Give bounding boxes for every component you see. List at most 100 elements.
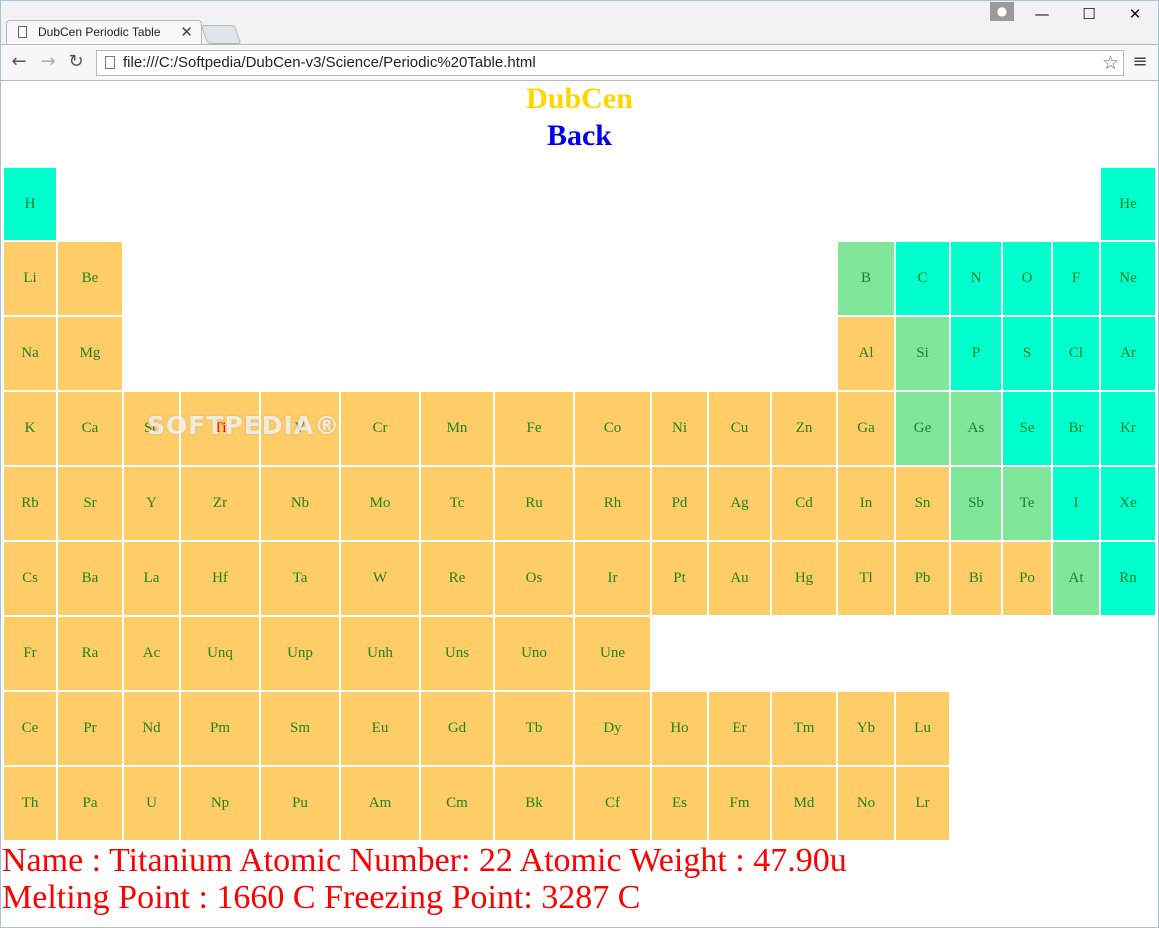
element-cell-une[interactable]: Une	[574, 616, 651, 691]
element-cell-es[interactable]: Es	[651, 766, 708, 841]
element-cell-ar[interactable]: Ar	[1100, 316, 1156, 391]
element-cell-np[interactable]: Np	[180, 766, 260, 841]
element-cell-hg[interactable]: Hg	[771, 541, 837, 616]
element-cell-lu[interactable]: Lu	[895, 691, 950, 766]
element-cell-o[interactable]: O	[1002, 241, 1052, 316]
element-cell-bi[interactable]: Bi	[950, 541, 1002, 616]
element-cell-cm[interactable]: Cm	[420, 766, 494, 841]
forward-arrow-icon[interactable]: →	[36, 50, 60, 74]
back-link[interactable]: Back	[1, 119, 1158, 153]
element-cell-se[interactable]: Se	[1002, 391, 1052, 466]
element-cell-cs[interactable]: Cs	[3, 541, 57, 616]
element-cell-he[interactable]: He	[1100, 167, 1156, 241]
browser-tab[interactable]: DubCen Periodic Table ✕	[6, 20, 202, 44]
user-profile-icon[interactable]: ●	[990, 2, 1014, 21]
element-cell-ge[interactable]: Ge	[895, 391, 950, 466]
element-cell-tb[interactable]: Tb	[494, 691, 574, 766]
bookmark-star-icon[interactable]: ☆	[1102, 52, 1119, 74]
element-cell-si[interactable]: Si	[895, 316, 950, 391]
element-cell-la[interactable]: La	[123, 541, 180, 616]
element-cell-s[interactable]: S	[1002, 316, 1052, 391]
element-cell-ru[interactable]: Ru	[494, 466, 574, 541]
element-cell-sn[interactable]: Sn	[895, 466, 950, 541]
element-cell-ir[interactable]: Ir	[574, 541, 651, 616]
element-cell-am[interactable]: Am	[340, 766, 420, 841]
element-cell-no[interactable]: No	[837, 766, 895, 841]
element-cell-lr[interactable]: Lr	[895, 766, 950, 841]
element-cell-b[interactable]: B	[837, 241, 895, 316]
element-cell-rb[interactable]: Rb	[3, 466, 57, 541]
element-cell-ho[interactable]: Ho	[651, 691, 708, 766]
element-cell-xe[interactable]: Xe	[1100, 466, 1156, 541]
element-cell-uno[interactable]: Uno	[494, 616, 574, 691]
element-cell-kr[interactable]: Kr	[1100, 391, 1156, 466]
element-cell-mo[interactable]: Mo	[340, 466, 420, 541]
element-cell-zn[interactable]: Zn	[771, 391, 837, 466]
element-cell-sm[interactable]: Sm	[260, 691, 340, 766]
element-cell-pd[interactable]: Pd	[651, 466, 708, 541]
element-cell-pb[interactable]: Pb	[895, 541, 950, 616]
element-cell-in[interactable]: In	[837, 466, 895, 541]
element-cell-h[interactable]: H	[3, 167, 57, 241]
element-cell-y[interactable]: Y	[123, 466, 180, 541]
element-cell-pu[interactable]: Pu	[260, 766, 340, 841]
element-cell-ba[interactable]: Ba	[57, 541, 123, 616]
element-cell-ce[interactable]: Ce	[3, 691, 57, 766]
element-cell-cl[interactable]: Cl	[1052, 316, 1100, 391]
element-cell-ca[interactable]: Ca	[57, 391, 123, 466]
element-cell-nd[interactable]: Nd	[123, 691, 180, 766]
element-cell-br[interactable]: Br	[1052, 391, 1100, 466]
element-cell-unp[interactable]: Unp	[260, 616, 340, 691]
element-cell-sc[interactable]: Sc	[123, 391, 180, 466]
element-cell-i[interactable]: I	[1052, 466, 1100, 541]
element-cell-w[interactable]: W	[340, 541, 420, 616]
element-cell-te[interactable]: Te	[1002, 466, 1052, 541]
element-cell-au[interactable]: Au	[708, 541, 771, 616]
element-cell-uns[interactable]: Uns	[420, 616, 494, 691]
maximize-button[interactable]: ☐	[1066, 2, 1112, 28]
element-cell-v[interactable]: V	[260, 391, 340, 466]
element-cell-li[interactable]: Li	[3, 241, 57, 316]
reload-icon[interactable]: ↻	[64, 50, 88, 74]
element-cell-bk[interactable]: Bk	[494, 766, 574, 841]
element-cell-ga[interactable]: Ga	[837, 391, 895, 466]
element-cell-at[interactable]: At	[1052, 541, 1100, 616]
element-cell-hf[interactable]: Hf	[180, 541, 260, 616]
element-cell-os[interactable]: Os	[494, 541, 574, 616]
address-bar[interactable]: file:///C:/Softpedia/DubCen-v3/Science/P…	[96, 50, 1124, 76]
element-cell-as[interactable]: As	[950, 391, 1002, 466]
element-cell-rn[interactable]: Rn	[1100, 541, 1156, 616]
element-cell-ne[interactable]: Ne	[1100, 241, 1156, 316]
element-cell-cr[interactable]: Cr	[340, 391, 420, 466]
element-cell-p[interactable]: P	[950, 316, 1002, 391]
element-cell-ni[interactable]: Ni	[651, 391, 708, 466]
close-window-button[interactable]: ✕	[1112, 2, 1158, 28]
element-cell-rh[interactable]: Rh	[574, 466, 651, 541]
element-cell-ag[interactable]: Ag	[708, 466, 771, 541]
element-cell-unh[interactable]: Unh	[340, 616, 420, 691]
element-cell-co[interactable]: Co	[574, 391, 651, 466]
element-cell-po[interactable]: Po	[1002, 541, 1052, 616]
element-cell-eu[interactable]: Eu	[340, 691, 420, 766]
element-cell-sb[interactable]: Sb	[950, 466, 1002, 541]
element-cell-sr[interactable]: Sr	[57, 466, 123, 541]
element-cell-ta[interactable]: Ta	[260, 541, 340, 616]
element-cell-th[interactable]: Th	[3, 766, 57, 841]
back-arrow-icon[interactable]: ←	[7, 50, 31, 74]
element-cell-tl[interactable]: Tl	[837, 541, 895, 616]
element-cell-gd[interactable]: Gd	[420, 691, 494, 766]
element-cell-dy[interactable]: Dy	[574, 691, 651, 766]
element-cell-na[interactable]: Na	[3, 316, 57, 391]
url-text[interactable]: file:///C:/Softpedia/DubCen-v3/Science/P…	[123, 54, 536, 71]
element-cell-yb[interactable]: Yb	[837, 691, 895, 766]
element-cell-unq[interactable]: Unq	[180, 616, 260, 691]
element-cell-mg[interactable]: Mg	[57, 316, 123, 391]
element-cell-nb[interactable]: Nb	[260, 466, 340, 541]
element-cell-er[interactable]: Er	[708, 691, 771, 766]
element-cell-re[interactable]: Re	[420, 541, 494, 616]
element-cell-cf[interactable]: Cf	[574, 766, 651, 841]
element-cell-be[interactable]: Be	[57, 241, 123, 316]
element-cell-fm[interactable]: Fm	[708, 766, 771, 841]
element-cell-f[interactable]: F	[1052, 241, 1100, 316]
element-cell-pr[interactable]: Pr	[57, 691, 123, 766]
